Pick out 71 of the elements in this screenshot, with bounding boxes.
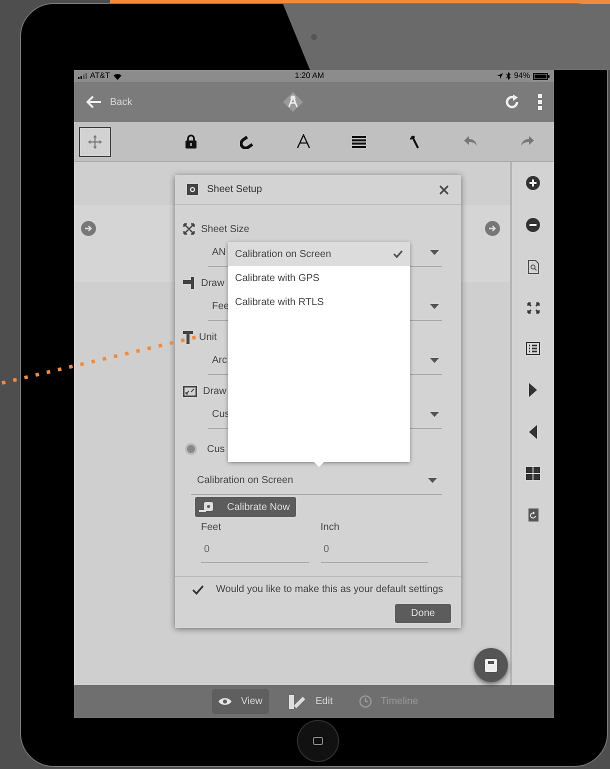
expand-icon[interactable]	[526, 302, 540, 314]
line-weight-icon	[352, 136, 366, 148]
frame-icon	[183, 386, 197, 396]
field-label: Sheet Size	[201, 222, 250, 236]
dropdown-option[interactable]: Calibration on Screen	[228, 242, 410, 266]
lock-icon	[185, 134, 197, 149]
back-arrow-icon	[86, 95, 102, 109]
carrier-name: AT&T	[90, 70, 110, 82]
dropdown-caret-icon	[430, 412, 439, 417]
input-field[interactable]: 0	[201, 537, 308, 563]
done-button[interactable]: Done	[395, 604, 451, 623]
calibrate-now-button[interactable]: Calibrate Now	[195, 497, 296, 517]
resize-icon	[183, 223, 195, 235]
dropdown-caret-icon	[430, 304, 439, 309]
bluetooth-icon	[506, 72, 511, 80]
field-label: Unit	[199, 330, 217, 344]
play-left-icon[interactable]	[529, 425, 537, 439]
radio-button[interactable]	[185, 443, 197, 455]
rotate-page-icon[interactable]	[528, 508, 538, 522]
dropdown-option[interactable]: Calibrate with GPS	[228, 266, 410, 290]
ruler-pencil-icon	[288, 694, 306, 708]
battery-icon	[532, 72, 550, 80]
more-menu-button[interactable]	[538, 94, 542, 110]
grid-icon[interactable]	[526, 467, 540, 480]
dropdown-caret-icon	[430, 250, 439, 255]
clock-time: 1:20 AM	[294, 70, 324, 82]
field-label: Draw	[203, 384, 226, 398]
zoom-out-icon[interactable]	[526, 218, 540, 232]
redo-icon	[520, 136, 534, 147]
signal-icon	[78, 73, 87, 79]
wifi-icon	[112, 72, 122, 80]
input-label: Inch	[320, 520, 340, 534]
list-icon[interactable]	[526, 342, 540, 355]
t-square-icon	[183, 330, 193, 344]
magnet-icon	[240, 134, 254, 148]
calibration-select[interactable]: Calibration on Screen	[191, 467, 442, 495]
undo-icon	[464, 136, 478, 147]
tool-button[interactable]	[79, 126, 111, 156]
dropdown-option[interactable]: Calibrate with RTLS	[228, 290, 410, 314]
save-button[interactable]	[474, 648, 508, 682]
dropdown-caret-icon	[430, 358, 439, 363]
radio-label: Cus	[207, 442, 225, 456]
zoom-in-icon[interactable]	[526, 176, 540, 190]
eye-icon	[218, 697, 232, 706]
battery-percent: 94%	[514, 70, 530, 82]
bottom-tab[interactable]: View	[212, 689, 268, 714]
checkbox[interactable]	[192, 584, 204, 596]
arrow-right-icon	[84, 224, 93, 233]
logo-icon	[282, 91, 304, 113]
letter-icon	[296, 134, 310, 149]
location-arrow-icon	[496, 73, 503, 79]
dropdown-caret-icon	[428, 478, 437, 483]
checkmark-icon	[393, 250, 403, 258]
close-button[interactable]	[439, 184, 449, 194]
tape-measure-icon	[199, 502, 213, 512]
dialog-title: Sheet Setup	[207, 183, 262, 197]
gear-icon	[187, 184, 198, 195]
move-icon	[88, 134, 102, 148]
input-field[interactable]: 0	[320, 537, 428, 563]
input-label: Feet	[201, 520, 222, 534]
checkbox-label: Would you like to make this as your default settings	[216, 583, 444, 597]
ruler-icon	[183, 277, 195, 289]
arrow-right-icon	[488, 224, 497, 233]
field-label: Draw	[201, 276, 224, 290]
back-button[interactable]: Back	[86, 94, 132, 110]
refresh-button[interactable]	[504, 94, 520, 110]
bottom-tab[interactable]: Edit	[282, 689, 339, 714]
clock-icon	[358, 695, 372, 708]
page-search-icon[interactable]	[528, 260, 538, 274]
pen-icon	[410, 134, 420, 148]
play-right-icon[interactable]	[529, 383, 537, 397]
